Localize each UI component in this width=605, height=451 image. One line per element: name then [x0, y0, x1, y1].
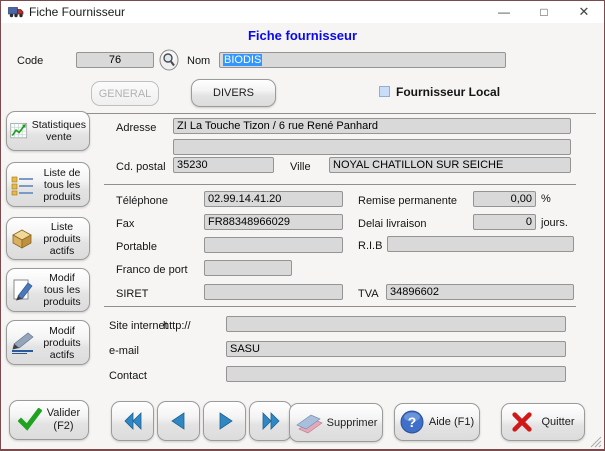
- fax-field[interactable]: FR88348966029: [204, 214, 343, 230]
- nom-label: Nom: [187, 55, 210, 67]
- contact-field[interactable]: [226, 366, 566, 382]
- remise-field[interactable]: 0,00: [473, 191, 536, 207]
- separator-top: [86, 113, 596, 114]
- siret-label: SIRET: [116, 288, 148, 300]
- sidebar-button-label: Modif tous les produits: [38, 272, 86, 308]
- http-prefix-label: http://: [163, 320, 191, 332]
- sidebar-button-liste-tous-produits[interactable]: Liste de tous les produits: [6, 162, 90, 207]
- aide-button[interactable]: ? Aide (F1): [394, 403, 480, 441]
- email-label: e-mail: [109, 345, 139, 357]
- adresse-label: Adresse: [116, 122, 156, 134]
- quitter-button-label: Quitter: [541, 416, 574, 428]
- tab-divers[interactable]: DIVERS: [191, 79, 276, 107]
- nom-selected-text: BIODIS: [223, 54, 262, 66]
- help-icon: ?: [400, 410, 424, 434]
- franco-field[interactable]: [204, 260, 292, 276]
- contact-label: Contact: [109, 370, 147, 382]
- search-icon[interactable]: [159, 49, 179, 71]
- remise-unit-label: %: [541, 193, 551, 205]
- resize-grip[interactable]: [590, 436, 602, 448]
- fournisseur-local-label: Fournisseur Local: [396, 85, 500, 99]
- code-field[interactable]: 76: [76, 52, 154, 68]
- sidebar-button-statistiques-vente[interactable]: Statistiques vente: [6, 111, 90, 151]
- code-label: Code: [17, 55, 43, 67]
- window-controls: — □ ✕: [484, 1, 604, 23]
- nom-field[interactable]: BIODIS: [219, 52, 506, 68]
- close-button[interactable]: ✕: [564, 1, 604, 23]
- page-title: Fiche fournisseur: [1, 28, 604, 43]
- check-icon: [18, 408, 42, 432]
- tva-label: TVA: [358, 288, 379, 300]
- edit-doc-icon: [10, 279, 36, 302]
- cd-postal-label: Cd. postal: [116, 161, 166, 173]
- titlebar: Fiche Fournisseur — □ ✕: [1, 1, 604, 23]
- fax-label: Fax: [116, 218, 134, 230]
- window-title: Fiche Fournisseur: [29, 5, 125, 19]
- chart-icon: [10, 120, 30, 142]
- sidebar-button-label: Modif produits actifs: [38, 325, 86, 361]
- nav-next-button[interactable]: [203, 401, 246, 441]
- delai-unit-label: jours.: [541, 217, 568, 229]
- remise-label: Remise permanente: [358, 195, 457, 207]
- sidebar-button-label: Liste produits actifs: [38, 221, 86, 257]
- supprimer-button[interactable]: Supprimer: [289, 403, 383, 442]
- separator-middle: [104, 184, 576, 185]
- svg-text:?: ?: [408, 414, 417, 430]
- sidebar-button-modif-produits-actifs[interactable]: Modif produits actifs: [6, 320, 90, 365]
- ville-field[interactable]: NOYAL CHATILLON SUR SEICHE: [329, 157, 571, 173]
- adresse-field[interactable]: ZI La Touche Tizon / 6 rue René Panhard: [173, 118, 571, 134]
- list-icon: [10, 174, 36, 196]
- valider-button[interactable]: Valider(F2): [9, 400, 89, 440]
- nav-last-button[interactable]: [249, 401, 292, 441]
- nav-first-button[interactable]: [111, 401, 154, 441]
- box-icon: [10, 227, 36, 250]
- sidebar-button-modif-tous-produits[interactable]: Modif tous les produits: [6, 268, 90, 312]
- supprimer-button-label: Supprimer: [327, 417, 378, 429]
- valider-button-label: Valider(F2): [47, 407, 80, 433]
- adresse2-field[interactable]: [173, 139, 571, 155]
- quitter-button[interactable]: Quitter: [501, 403, 585, 441]
- aide-button-label: Aide (F1): [429, 416, 474, 428]
- delai-field[interactable]: 0: [473, 214, 536, 230]
- telephone-field[interactable]: 02.99.14.41.20: [204, 191, 343, 207]
- next-record-icon: [212, 409, 238, 433]
- quit-cross-icon: [511, 411, 533, 433]
- cd-postal-field[interactable]: 35230: [173, 157, 274, 173]
- portable-label: Portable: [116, 241, 157, 253]
- siret-field[interactable]: [204, 284, 343, 300]
- tva-field[interactable]: 34896602: [386, 284, 574, 300]
- sidebar-button-label: Statistiques vente: [32, 119, 86, 143]
- nav-previous-button[interactable]: [157, 401, 200, 441]
- rib-field[interactable]: [387, 236, 574, 252]
- first-record-icon: [120, 409, 146, 433]
- previous-record-icon: [166, 409, 192, 433]
- sidebar-button-label: Liste de tous les produits: [38, 167, 86, 203]
- site-internet-field[interactable]: [226, 316, 566, 332]
- fiche-fournisseur-window: Fiche Fournisseur — □ ✕ Fiche fournisseu…: [0, 0, 605, 451]
- portable-field[interactable]: [204, 237, 343, 253]
- sidebar-button-liste-produits-actifs[interactable]: Liste produits actifs: [6, 217, 90, 260]
- separator-bottom: [104, 306, 576, 307]
- ville-label: Ville: [290, 161, 311, 173]
- email-field[interactable]: SASU: [226, 341, 566, 357]
- site-internet-label: Site internet: [109, 320, 168, 332]
- last-record-icon: [258, 409, 284, 433]
- telephone-label: Téléphone: [116, 195, 168, 207]
- franco-label: Franco de port: [116, 264, 188, 276]
- rib-label: R.I.B: [358, 240, 382, 252]
- eraser-icon: [295, 412, 323, 434]
- pencil-icon: [10, 331, 36, 354]
- fournisseur-local-checkbox[interactable]: [379, 86, 390, 97]
- delai-label: Delai livraison: [358, 218, 426, 230]
- minimize-button[interactable]: —: [484, 1, 524, 23]
- maximize-button[interactable]: □: [524, 1, 564, 23]
- app-truck-icon: [8, 6, 25, 18]
- tab-general[interactable]: GENERAL: [91, 81, 159, 106]
